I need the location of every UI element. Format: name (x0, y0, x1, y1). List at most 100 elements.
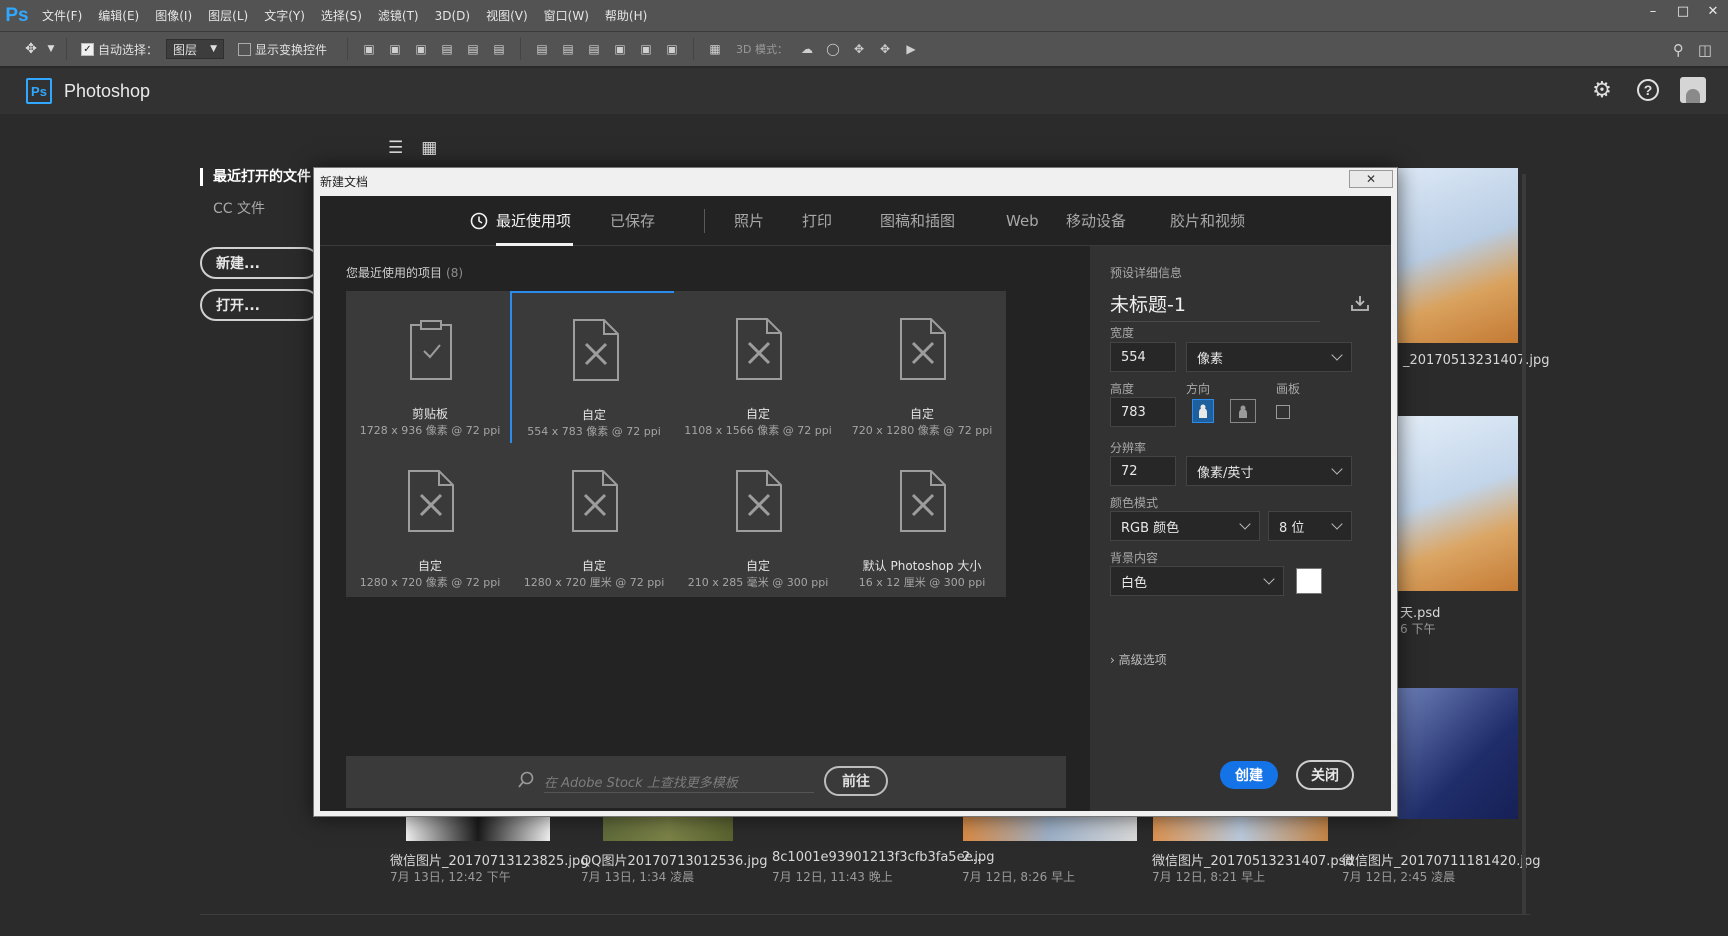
distribute-right-icon[interactable]: ▣ (659, 36, 685, 62)
menu-view[interactable]: 视图(V) (478, 0, 536, 32)
background-color-swatch[interactable] (1296, 568, 1322, 594)
thumbnail[interactable] (603, 817, 733, 841)
tab-saved[interactable]: 已保存 (610, 196, 655, 246)
distribute-vcenter-icon[interactable]: ▤ (555, 36, 581, 62)
preset-card[interactable]: 自定 1108 x 1566 像素 @ 72 ppi (674, 291, 842, 445)
menu-layer[interactable]: 图层(L) (200, 0, 256, 32)
tab-web[interactable]: Web (1006, 196, 1039, 246)
go-button[interactable]: 前往 (824, 766, 888, 796)
preset-card[interactable]: 剪贴板 1728 x 936 像素 @ 72 ppi (346, 291, 514, 445)
auto-select-dropdown[interactable]: 图层 ▼ (166, 39, 225, 59)
3d-orbit-icon[interactable]: ☁ (794, 36, 820, 62)
height-input[interactable]: 783 (1110, 397, 1176, 427)
recent-file-name: 微信图片_20170711181420.jpg (1342, 854, 1541, 869)
thumbnail[interactable] (1398, 416, 1518, 591)
align-right-icon[interactable]: ▤ (486, 36, 512, 62)
search-icon[interactable]: ⚲ (1673, 41, 1684, 59)
resolution-input[interactable]: 72 (1110, 456, 1176, 486)
advanced-options-toggle[interactable]: › 高级选项 (1110, 651, 1167, 668)
minimize-icon[interactable]: – (1638, 0, 1668, 22)
gear-icon[interactable]: ⚙ (1588, 76, 1616, 104)
divider (347, 38, 349, 60)
tab-photo[interactable]: 照片 (734, 196, 764, 246)
new-button[interactable]: 新建... (200, 247, 320, 279)
avatar[interactable] (1680, 77, 1706, 103)
tab-film-video[interactable]: 胶片和视频 (1170, 196, 1245, 246)
portrait-button[interactable] (1192, 399, 1214, 423)
menu-3d[interactable]: 3D(D) (427, 0, 478, 32)
preset-card[interactable]: 自定 210 x 285 毫米 @ 300 ppi (674, 443, 842, 597)
menu-window[interactable]: 窗口(W) (536, 0, 597, 32)
tab-recent[interactable]: 最近使用项 (470, 196, 571, 246)
tab-print[interactable]: 打印 (802, 196, 832, 246)
preset-card[interactable]: 自定 1280 x 720 厘米 @ 72 ppi (510, 443, 678, 597)
preset-card[interactable]: 自定 1280 x 720 像素 @ 72 ppi (346, 443, 514, 597)
distribute-hcenter-icon[interactable]: ▣ (633, 36, 659, 62)
stock-search-input[interactable]: 在 Adobe Stock 上查找更多模板 (544, 772, 738, 791)
maximize-icon[interactable]: □ (1668, 0, 1698, 22)
preset-tabs: 最近使用项 已保存 照片 打印 图稿和插图 Web 移动设备 胶片和视频 (320, 196, 1391, 246)
menu-edit[interactable]: 编辑(E) (90, 0, 147, 32)
menu-image[interactable]: 图像(I) (147, 0, 200, 32)
close-window-icon[interactable]: ✕ (1698, 0, 1728, 22)
open-button[interactable]: 打开... (200, 289, 320, 321)
align-vcenter-icon[interactable]: ▣ (382, 36, 408, 62)
document-name-input[interactable]: 未标题-1 (1110, 290, 1320, 322)
menu-type[interactable]: 文字(Y) (256, 0, 313, 32)
menu-select[interactable]: 选择(S) (313, 0, 370, 32)
tab-art-illustration[interactable]: 图稿和插图 (880, 196, 955, 246)
dialog-close-icon[interactable]: ✕ (1349, 170, 1393, 188)
bit-depth-select[interactable]: 8 位 (1268, 511, 1352, 541)
preset-card[interactable]: 默认 Photoshop 大小 16 x 12 厘米 @ 300 ppi (838, 443, 1006, 597)
thumbnail[interactable] (1398, 688, 1518, 819)
3d-pan-icon[interactable]: ✥ (846, 36, 872, 62)
align-hcenter-icon[interactable]: ▤ (460, 36, 486, 62)
clock-icon (470, 212, 488, 230)
auto-align-icon[interactable]: ▦ (702, 36, 728, 62)
resolution-unit-select[interactable]: 像素/英寸 (1186, 456, 1352, 486)
thumbnail[interactable] (1398, 168, 1518, 343)
3d-slide-icon[interactable]: ✥ (872, 36, 898, 62)
divider (66, 38, 67, 60)
scrollbar[interactable] (1522, 174, 1526, 914)
save-preset-icon[interactable] (1350, 294, 1370, 312)
color-mode-select[interactable]: RGB 颜色 (1110, 511, 1260, 541)
3d-camera-icon[interactable]: ▶ (898, 36, 924, 62)
align-bottom-icon[interactable]: ▣ (408, 36, 434, 62)
grid-view-icon[interactable]: ▦ (421, 138, 437, 158)
show-transform-checkbox[interactable] (238, 42, 252, 56)
landscape-button[interactable] (1230, 399, 1256, 423)
auto-select-checkbox[interactable]: ✓ (81, 42, 94, 56)
nav-recent-files[interactable]: 最近打开的文件 (200, 168, 311, 186)
close-button[interactable]: 关闭 (1296, 760, 1354, 790)
3d-roll-icon[interactable]: ◯ (820, 36, 846, 62)
artboard-checkbox[interactable] (1276, 405, 1290, 419)
nav-cc-files[interactable]: CC 文件 (200, 198, 311, 218)
thumbnail[interactable] (406, 817, 550, 841)
workspace-icon[interactable]: ◫ (1698, 41, 1712, 59)
create-button[interactable]: 创建 (1220, 761, 1278, 789)
distribute-top-icon[interactable]: ▤ (529, 36, 555, 62)
preset-card-selected[interactable]: 自定 554 x 783 像素 @ 72 ppi (510, 291, 678, 445)
menu-file[interactable]: 文件(F) (34, 0, 90, 32)
distribute-bottom-icon[interactable]: ▤ (581, 36, 607, 62)
width-unit-select[interactable]: 像素 (1186, 342, 1352, 372)
align-left-icon[interactable]: ▤ (434, 36, 460, 62)
menu-filter[interactable]: 滤镜(T) (370, 0, 427, 32)
recent-file-date: 7月 12日, 8:21 早上 (1152, 870, 1266, 884)
width-input[interactable]: 554 (1110, 342, 1176, 372)
tool-preset-chevron-icon[interactable]: ▼ (44, 36, 58, 62)
thumbnail[interactable] (1153, 817, 1328, 841)
resolution-value: 72 (1121, 463, 1138, 479)
list-view-icon[interactable]: ☰ (388, 138, 403, 158)
preset-card[interactable]: 自定 720 x 1280 像素 @ 72 ppi (838, 291, 1006, 445)
help-icon[interactable]: ? (1634, 76, 1662, 104)
distribute-left-icon[interactable]: ▣ (607, 36, 633, 62)
background-select[interactable]: 白色 (1110, 566, 1284, 596)
color-mode-value: RGB 颜色 (1121, 520, 1180, 536)
menu-help[interactable]: 帮助(H) (597, 0, 655, 32)
thumbnail[interactable] (963, 817, 1137, 841)
tab-mobile[interactable]: 移动设备 (1066, 196, 1126, 246)
move-tool-icon[interactable]: ✥ (18, 36, 44, 62)
align-top-icon[interactable]: ▣ (356, 36, 382, 62)
